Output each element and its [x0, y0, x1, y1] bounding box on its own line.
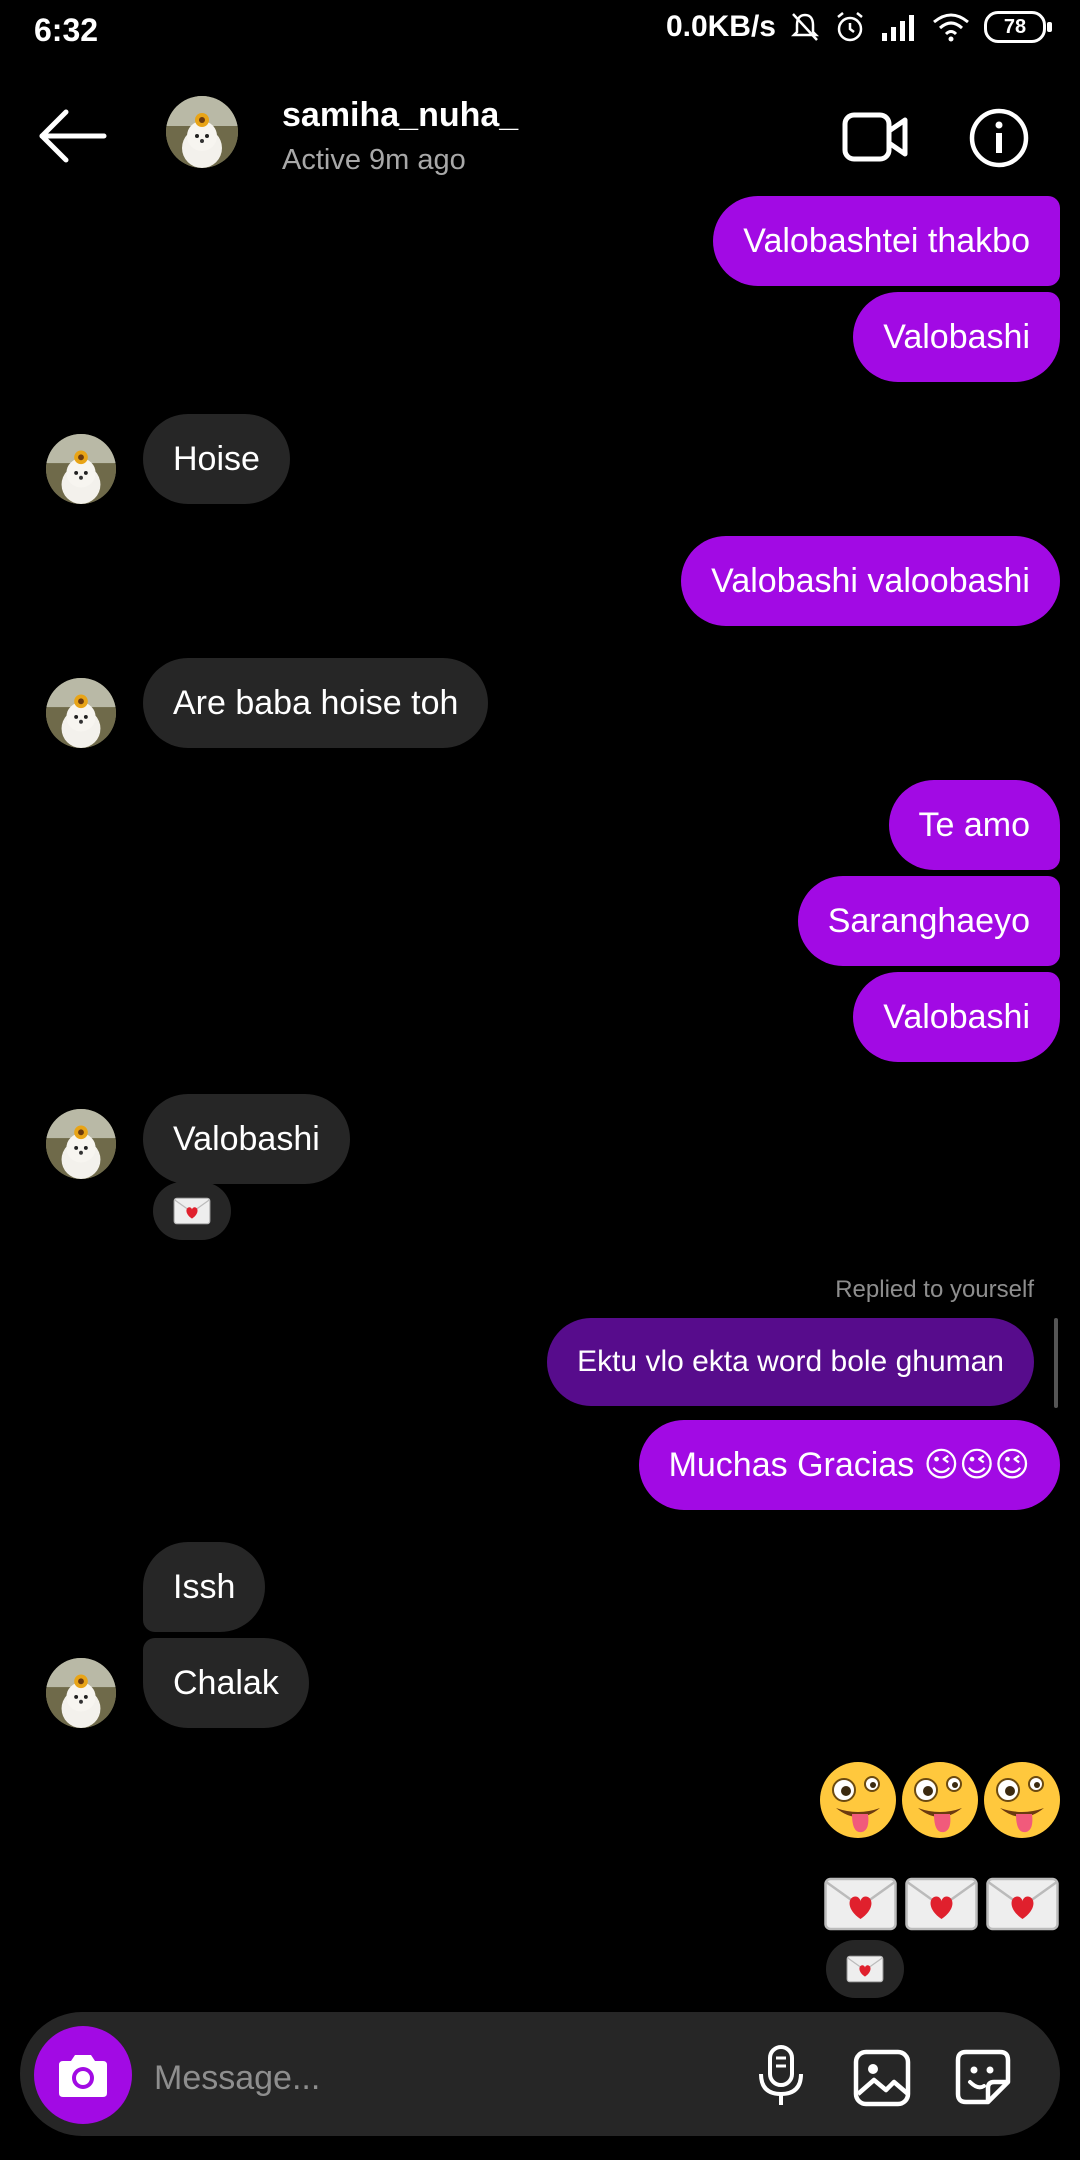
message-input[interactable]	[152, 2042, 716, 2114]
sticker-icon[interactable]	[952, 2046, 1014, 2108]
bell-muted-icon	[790, 13, 820, 41]
outgoing-message[interactable]: Muchas Gracias 😉😉😉	[638, 1420, 1060, 1510]
status-icons: 0.0KB/s 78	[665, 10, 1052, 44]
outgoing-message[interactable]: Te amo	[888, 780, 1060, 870]
avatar[interactable]	[46, 434, 116, 504]
info-icon[interactable]	[968, 107, 1030, 169]
love-letter-icon	[985, 1876, 1060, 1932]
video-call-icon[interactable]	[842, 112, 908, 162]
love-letter-icon	[173, 1197, 211, 1225]
wifi-icon	[933, 13, 969, 42]
incoming-message[interactable]: Issh	[143, 1542, 266, 1632]
outgoing-message[interactable]: Valobashi valoobashi	[681, 536, 1060, 626]
avatar[interactable]	[46, 1658, 116, 1728]
reaction-badge[interactable]	[826, 1940, 904, 1998]
incoming-message[interactable]: Hoise	[143, 414, 290, 504]
outgoing-message[interactable]: Saranghaeyo	[797, 876, 1060, 966]
signal-icon	[882, 15, 914, 41]
love-letter-icon	[823, 1876, 898, 1932]
gallery-icon[interactable]	[852, 2048, 912, 2108]
replied-label: Replied to yourself	[835, 1276, 1034, 1303]
microphone-icon[interactable]	[756, 2044, 806, 2108]
incoming-message[interactable]: Are baba hoise toh	[143, 658, 489, 748]
love-letter-icon	[846, 1955, 884, 1983]
scrollbar-thumb[interactable]	[1054, 1318, 1058, 1408]
incoming-message[interactable]: Valobashi	[143, 1094, 350, 1184]
emoji-message[interactable]	[818, 1760, 1062, 1840]
status-time: 6:32	[34, 12, 99, 48]
reaction-badge[interactable]	[153, 1182, 231, 1240]
outgoing-message[interactable]: Valobashtei thakbo	[713, 196, 1060, 286]
header-username[interactable]: samiha_nuha_	[282, 96, 518, 135]
zany-face-icon	[818, 1760, 898, 1840]
back-arrow-icon[interactable]	[38, 108, 108, 164]
outgoing-message[interactable]: Valobashi	[853, 292, 1060, 382]
active-status: Active 9m ago	[282, 144, 466, 176]
love-letters-message[interactable]	[823, 1876, 1060, 1932]
avatar[interactable]	[166, 96, 238, 168]
avatar[interactable]	[46, 1109, 116, 1179]
incoming-message[interactable]: Chalak	[143, 1638, 309, 1728]
love-letter-icon	[904, 1876, 979, 1932]
avatar[interactable]	[46, 678, 116, 748]
alarm-icon	[837, 12, 863, 42]
zany-face-icon	[982, 1760, 1062, 1840]
battery-icon: 78	[984, 11, 1052, 43]
camera-icon	[59, 2055, 107, 2097]
camera-button[interactable]	[34, 2026, 132, 2124]
reply-preview-message[interactable]: Ektu vlo ekta word bole ghuman	[547, 1318, 1034, 1406]
zany-face-icon	[900, 1760, 980, 1840]
outgoing-message[interactable]: Valobashi	[853, 972, 1060, 1062]
network-speed: 0.0KB/s	[665, 10, 776, 43]
